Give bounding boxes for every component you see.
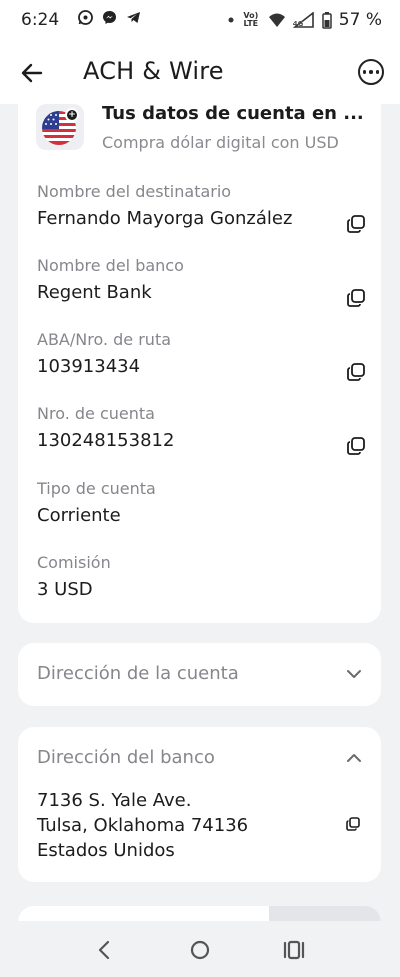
- field-value: Regent Bank: [37, 282, 152, 303]
- signal-icon: 4G: [292, 11, 315, 28]
- nav-home-button[interactable]: [187, 937, 213, 963]
- copy-address-button[interactable]: [345, 816, 361, 832]
- field-value: 3 USD: [37, 579, 93, 600]
- field-label: ABA/Nro. de ruta: [37, 330, 172, 349]
- copy-button[interactable]: [345, 435, 367, 457]
- section-title[interactable]: Dirección del banco: [37, 747, 215, 768]
- arrow-left-icon: [21, 63, 43, 83]
- field-commission: Comisión 3 USD: [37, 553, 367, 601]
- field-label: Comisión: [37, 553, 111, 572]
- network-type-label: 4G: [292, 20, 304, 28]
- nav-back-button[interactable]: [92, 937, 118, 963]
- messenger-icon: [100, 9, 118, 30]
- field-routing-number: ABA/Nro. de ruta 103913434: [37, 330, 367, 381]
- section-title: Dirección de la cuenta: [37, 663, 239, 684]
- nav-recents-icon: [283, 940, 305, 960]
- nav-recents-button[interactable]: [281, 937, 307, 963]
- back-button[interactable]: [16, 56, 50, 90]
- status-notification-icons: [76, 9, 142, 30]
- telegram-icon: [124, 9, 142, 30]
- account-title: Tus datos de cuenta en ...: [102, 103, 364, 124]
- nav-back-icon: [98, 940, 110, 960]
- more-dot: [375, 70, 380, 74]
- field-value: Corriente: [37, 505, 121, 526]
- flag-container: +: [36, 104, 84, 150]
- status-bar: 6:24 Vo) LTE 4G 57 %: [0, 0, 400, 42]
- field-label: Nombre del banco: [37, 256, 184, 275]
- more-dot: [369, 70, 373, 74]
- copy-icon: [346, 817, 360, 831]
- copy-icon: [347, 289, 365, 307]
- status-time: 6:24: [21, 10, 60, 30]
- copy-button[interactable]: [345, 361, 367, 383]
- copy-button[interactable]: [345, 287, 367, 309]
- field-account-type: Tipo de cuenta Corriente: [37, 479, 367, 527]
- account-header: + Tus datos de cuenta en ... Compra dóla…: [36, 102, 366, 152]
- add-badge-icon: +: [65, 108, 79, 122]
- battery-percent: 57 %: [338, 10, 382, 30]
- dot-icon: [228, 17, 234, 23]
- field-value: Fernando Mayorga González: [37, 208, 293, 229]
- system-nav-bar: [0, 921, 400, 977]
- copy-icon: [347, 363, 365, 381]
- volte-icon: Vo) LTE: [243, 11, 259, 28]
- whatsapp-icon: [76, 9, 94, 30]
- account-address-section[interactable]: Dirección de la cuenta: [18, 643, 381, 706]
- chevron-down-icon: [347, 670, 361, 678]
- more-options-button[interactable]: [358, 59, 384, 85]
- account-subtitle: Compra dólar digital con USD: [102, 133, 339, 152]
- bank-address-section: Dirección del banco 7136 S. Yale Ave. Tu…: [18, 727, 381, 882]
- field-value: 103913434: [37, 356, 141, 377]
- field-account-number: Nro. de cuenta 130248153812: [37, 404, 367, 455]
- field-label: Nombre del destinatario: [37, 182, 232, 201]
- wifi-icon: [268, 13, 285, 27]
- field-label: Tipo de cuenta: [37, 479, 156, 498]
- field-recipient-name: Nombre del destinatario Fernando Mayorga…: [37, 182, 367, 233]
- account-details-card: + Tus datos de cuenta en ... Compra dóla…: [18, 90, 381, 623]
- field-bank-name: Nombre del banco Regent Bank: [37, 256, 367, 307]
- battery-icon: [322, 11, 332, 29]
- bank-address-text: 7136 S. Yale Ave. Tulsa, Oklahoma 74136 …: [37, 790, 249, 861]
- copy-icon: [347, 215, 365, 233]
- more-horizontal-icon: [362, 70, 367, 74]
- copy-button[interactable]: [345, 213, 367, 235]
- copy-icon: [347, 437, 365, 455]
- field-value: 130248153812: [37, 430, 175, 451]
- chevron-up-icon[interactable]: [345, 749, 363, 767]
- page-title: ACH & Wire: [83, 57, 224, 85]
- status-system-icons: Vo) LTE 4G 57 %: [228, 10, 382, 30]
- field-label: Nro. de cuenta: [37, 404, 155, 423]
- nav-home-icon: [190, 940, 210, 960]
